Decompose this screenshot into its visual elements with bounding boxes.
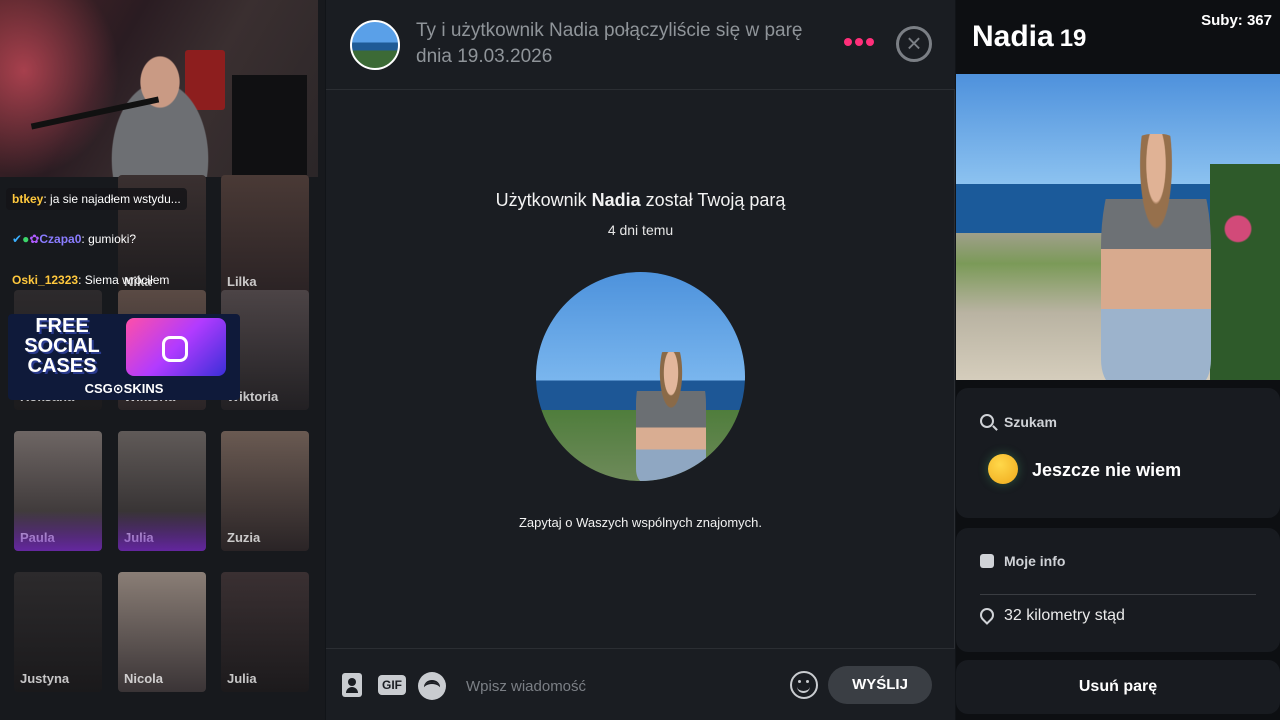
- instagram-chest-icon: [126, 318, 226, 376]
- profile-tile: Nicola: [118, 572, 206, 692]
- emoji-icon[interactable]: [790, 671, 818, 699]
- match-title: Użytkownik Nadia został Twoją parą: [495, 190, 786, 210]
- profile-tile: Julia: [118, 431, 206, 551]
- avatar[interactable]: [350, 20, 400, 70]
- stream-overlay: Nika Lilka Roksana Wiktoria Wiktoria Pau…: [0, 0, 325, 720]
- profile-photo[interactable]: [956, 74, 1280, 380]
- profile-age: 19: [1059, 25, 1087, 52]
- profile-tile: Julia: [221, 572, 309, 692]
- thinking-emoji-icon: [988, 454, 1018, 484]
- message-composer: GIF WYŚLIJ: [326, 648, 955, 720]
- match-info-text: Ty i użytkownik Nadia połączyliście się …: [416, 20, 803, 67]
- chat-panel: Ty i użytkownik Nadia połączyliście się …: [326, 0, 955, 720]
- chat-message: Oski_12323: Siema wróciłem: [12, 273, 170, 287]
- more-options-icon[interactable]: [844, 38, 877, 46]
- my-info-label: Moje info: [1004, 553, 1066, 569]
- profile-name: Nadia 19: [972, 20, 1087, 53]
- promo-banner: FREE SOCIAL CASES CSG⊙SKINS: [8, 314, 240, 400]
- message-input[interactable]: [466, 671, 766, 701]
- chat-message: ✔●✿Czapa0: gumioki?: [12, 232, 137, 246]
- divider: [980, 594, 1256, 595]
- profile-tile: Zuzia: [221, 431, 309, 551]
- contact-card-icon[interactable]: [342, 673, 362, 697]
- my-info-card: Moje info 32 kilometry stąd: [956, 528, 1280, 652]
- close-button[interactable]: ×: [896, 26, 932, 62]
- webcam-feed: [0, 0, 318, 177]
- match-time: 4 dni temu: [607, 222, 674, 238]
- looking-for-card: Szukam Jeszcze nie wiem: [956, 388, 1280, 518]
- spotify-icon[interactable]: [418, 672, 446, 700]
- looking-for-label: Szukam: [1004, 414, 1057, 430]
- send-button[interactable]: WYŚLIJ: [828, 666, 932, 704]
- profile-tile: Paula: [14, 431, 102, 551]
- conversation-prompt: Zapytaj o Waszych wspólnych znajomych.: [518, 515, 762, 530]
- match-photo[interactable]: [536, 272, 745, 481]
- profile-panel: Nadia 19 Suby: 367 Szukam Jeszcze nie wie…: [956, 0, 1280, 720]
- chat-message: btkey: ja sie najadłem wstydu...: [6, 188, 187, 210]
- profile-tile: Lilka: [221, 175, 309, 295]
- location-pin-icon: [977, 605, 997, 625]
- unmatch-button[interactable]: Usuń parę: [956, 660, 1280, 714]
- looking-for-value: Jeszcze nie wiem: [1032, 460, 1182, 480]
- gif-icon[interactable]: GIF: [378, 675, 406, 695]
- chat-header: Ty i użytkownik Nadia połączyliście się …: [326, 0, 955, 90]
- profile-tile: Justyna: [14, 572, 102, 692]
- search-icon: [980, 414, 994, 428]
- subscriber-count: Suby: 367: [1201, 12, 1272, 29]
- distance-text: 32 kilometry stąd: [1004, 607, 1125, 624]
- id-card-icon: [980, 554, 994, 568]
